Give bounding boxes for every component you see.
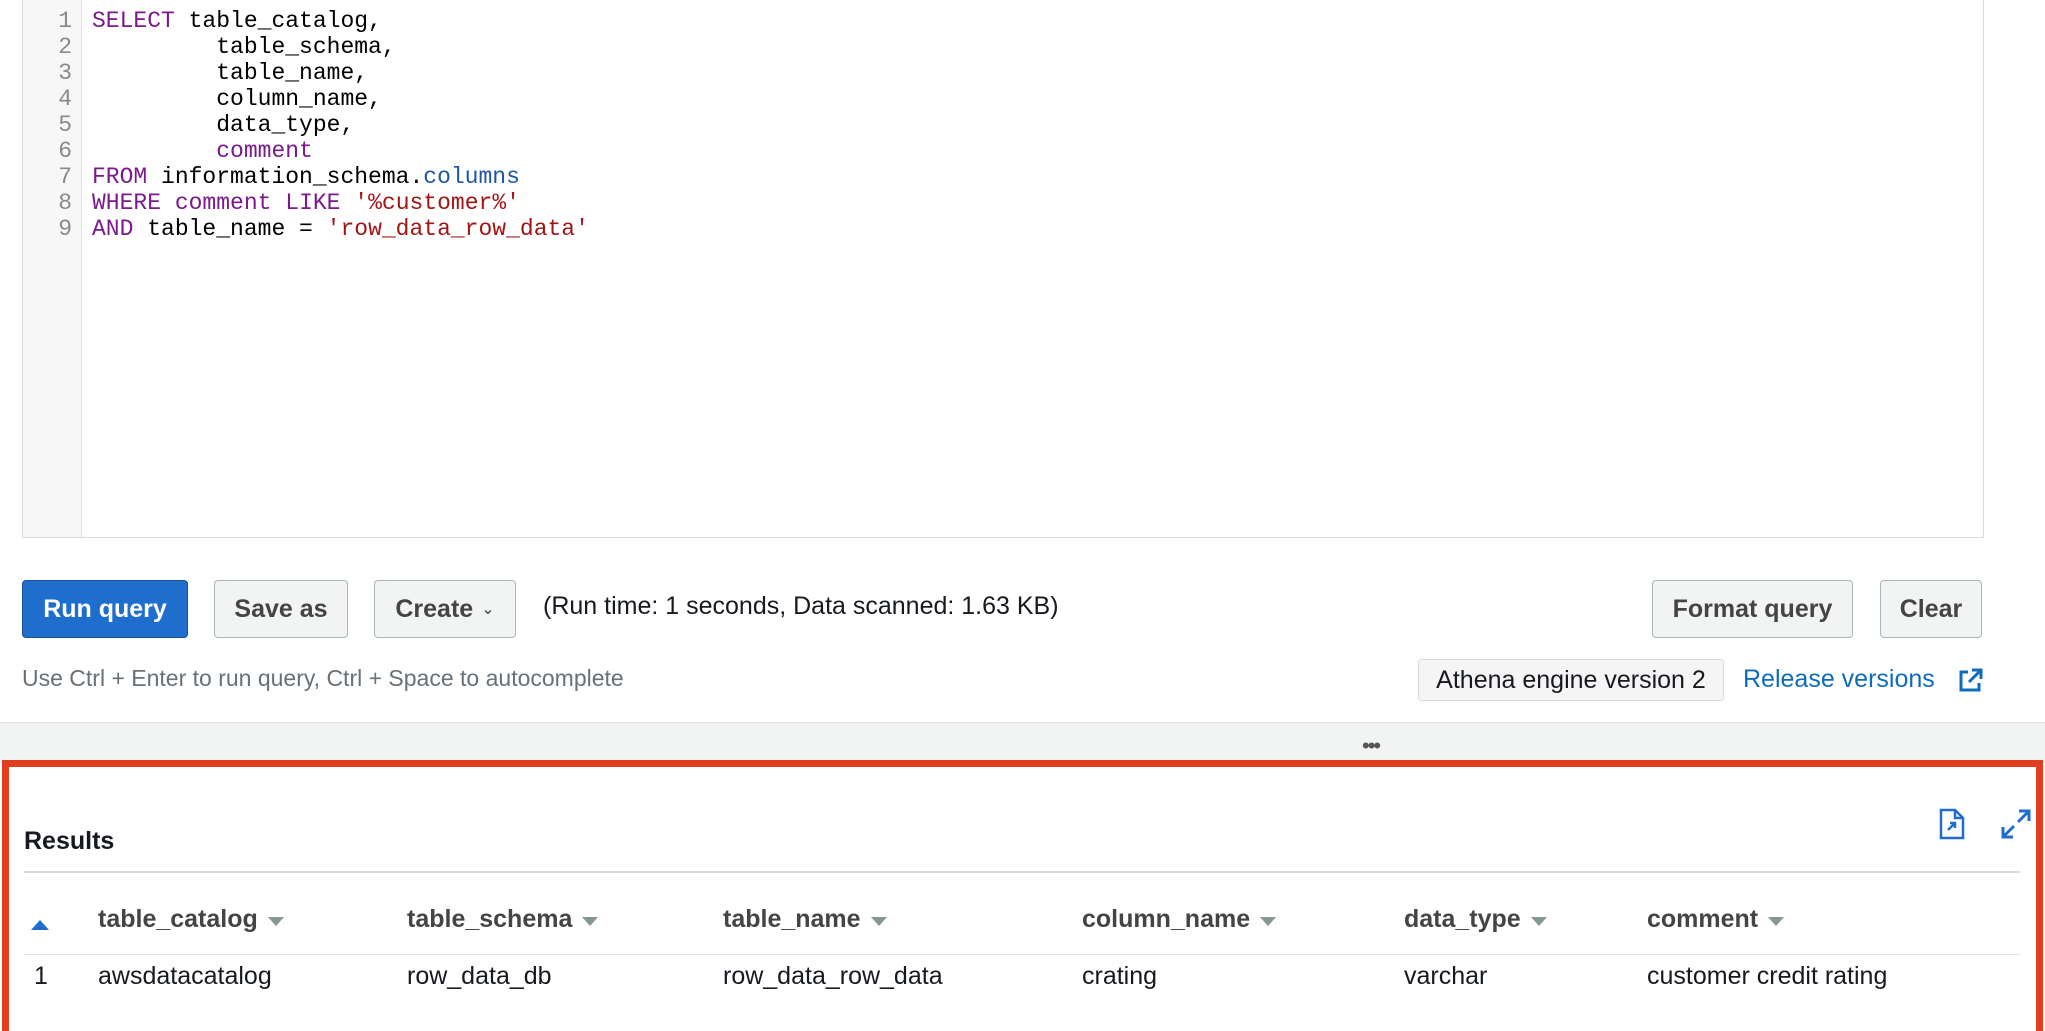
results-divider [24,871,2020,873]
code-line: data_type, [92,112,354,138]
results-title: Results [24,827,115,855]
column-header-label: table_name [723,905,861,933]
code-token: FROM [92,164,148,190]
column-header-label: column_name [1082,905,1251,933]
column-header-data-type[interactable]: data_type [1404,905,1547,934]
chevron-down-icon: ⌄ [481,601,495,618]
code-token: table_schema, [216,34,396,60]
code-token: data_type, [216,112,355,138]
sort-ascending-icon[interactable] [31,920,49,930]
line-number: 5 [58,112,72,138]
run-info-text: (Run time: 1 seconds, Data scanned: 1.63… [543,592,1059,620]
resize-handle[interactable]: ••• [1362,733,1381,759]
line-number-gutter: 1 2 3 4 5 6 7 8 9 [23,0,82,537]
column-header-label: table_catalog [98,905,258,933]
format-query-button[interactable]: Format query [1652,580,1853,638]
column-header-label: data_type [1404,905,1521,933]
table-cell: row_data_db [407,962,552,990]
code-line: SELECT table_catalog, [92,8,382,34]
line-number: 8 [58,190,72,216]
row-divider [24,954,2020,955]
code-token: SELECT [92,8,175,34]
row-index: 1 [34,962,48,990]
line-number: 1 [58,8,72,34]
run-query-button[interactable]: Run query [22,580,188,638]
sort-caret-icon [582,916,599,926]
column-header-label: comment [1647,905,1759,933]
code-token: comment [174,190,272,216]
table-cell: varchar [1404,962,1488,990]
sql-editor[interactable]: 1 2 3 4 5 6 7 8 9 SELECT table_catalog, … [22,0,1984,538]
sort-caret-icon [1768,916,1785,926]
line-number: 4 [58,86,72,112]
create-dropdown-button[interactable]: Create ⌄ [374,580,516,638]
column-header-comment[interactable]: comment [1647,905,1785,934]
code-line: comment [92,138,313,164]
code-token: columns [423,164,520,190]
code-token: column_name, [216,86,382,112]
code-line: table_name, [92,60,368,86]
code-token: table_name, [216,60,369,86]
code-line: AND table_name = 'row_data_row_data' [92,216,589,242]
code-token: '%customer%' [354,190,520,216]
sort-caret-icon [870,916,887,926]
code-token: WHERE [92,190,162,216]
engine-version-badge: Athena engine version 2 [1418,659,1724,701]
run-query-label: Run query [43,594,167,623]
code-token: information_schema. [147,164,424,190]
sort-caret-icon [1530,916,1547,926]
line-number: 9 [58,216,72,242]
table-cell: crating [1082,962,1158,990]
code-token: comment [216,138,313,164]
column-header-label: table_schema [407,905,573,933]
column-header-table-name[interactable]: table_name [723,905,887,934]
line-number: 3 [58,60,72,86]
format-query-label: Format query [1672,594,1833,623]
line-number: 2 [58,34,72,60]
code-token: table_name = [133,216,327,242]
table-cell: awsdatacatalog [98,962,272,990]
clear-button[interactable]: Clear [1880,580,1982,638]
sort-caret-icon [1260,916,1277,926]
table-cell: customer credit rating [1647,962,1888,990]
panel-divider [0,722,2045,763]
code-line: WHERE comment LIKE '%customer%' [92,190,520,216]
table-cell: row_data_row_data [723,962,943,990]
create-label: Create [395,594,474,623]
save-as-label: Save as [234,594,328,623]
code-token: LIKE [285,190,341,216]
clear-label: Clear [1899,594,1963,623]
keyboard-hint: Use Ctrl + Enter to run query, Ctrl + Sp… [22,665,624,691]
results-panel: Results table_catalog table_schema table… [2,760,2043,1031]
code-token: table_catalog, [174,8,382,34]
code-line: column_name, [92,86,382,112]
download-results-icon[interactable] [1938,808,1966,840]
release-versions-link[interactable]: Release versions [1743,665,1935,694]
code-token: 'row_data_row_data' [326,216,589,242]
column-header-table-schema[interactable]: table_schema [407,905,599,934]
code-token: AND [92,216,134,242]
code-line: FROM information_schema.columns [92,164,520,190]
expand-icon[interactable] [2001,809,2031,839]
code-line: table_schema, [92,34,396,60]
engine-version-label: Athena engine version 2 [1436,665,1706,694]
save-as-button[interactable]: Save as [214,580,348,638]
external-link-icon[interactable] [1956,667,1984,695]
sort-caret-icon [267,916,284,926]
column-header-column-name[interactable]: column_name [1082,905,1277,934]
column-header-table-catalog[interactable]: table_catalog [98,905,284,934]
line-number: 7 [58,164,72,190]
line-number: 6 [58,138,72,164]
